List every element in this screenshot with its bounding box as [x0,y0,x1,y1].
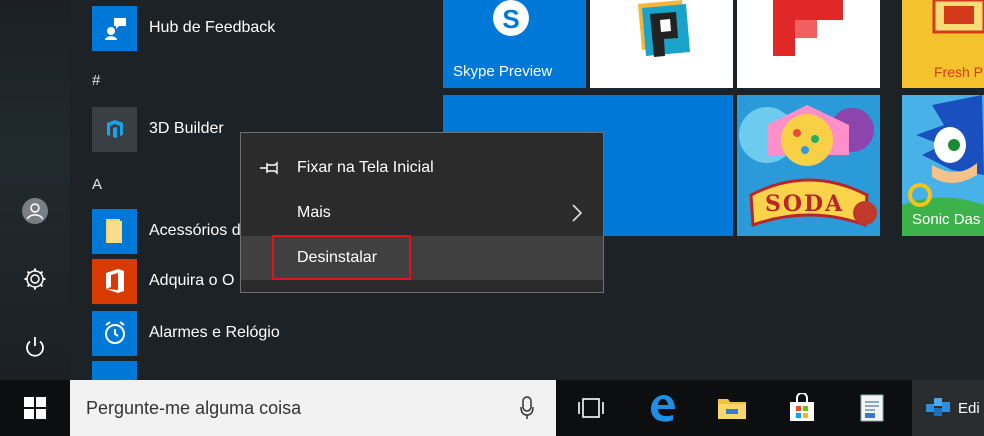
app-icon [92,360,137,380]
skype-icon: S [493,0,529,36]
feedback-icon [92,5,137,51]
menu-item-label: Mais [297,204,331,221]
menu-item-more[interactable]: Mais [241,191,603,235]
section-header-hash[interactable]: # [92,72,100,89]
edge-icon [651,395,675,422]
tile-picsart[interactable] [590,0,733,88]
freshpaint-icon [932,0,984,34]
app-acessorios[interactable]: Acessórios d [92,208,241,254]
chevron-right-icon [572,204,583,222]
app-alarmes[interactable]: Alarmes e Relógio [92,310,280,356]
pin-icon [260,161,278,175]
menu-item-pin[interactable]: Fixar na Tela Inicial [241,146,603,190]
tile-skype[interactable]: S Skype Preview [443,0,586,88]
app-label: Hub de Feedback [149,19,276,36]
windows-icon [24,397,46,419]
clock-icon [92,310,137,356]
store-button[interactable] [776,380,828,436]
power-icon [26,337,44,357]
office-icon [92,258,137,304]
flipboard-icon [773,0,843,56]
builder-icon [92,106,137,152]
document-icon [860,394,884,422]
tile-label: SODA [765,191,845,217]
task-view-icon [578,398,604,418]
tile-label: Fresh P [934,64,984,80]
gear-icon [24,268,46,290]
start-menu: Hub de Feedback # 3D Builder A Acessório… [0,0,984,380]
edge-button[interactable] [636,380,688,436]
tile-label: Sonic Das [912,211,981,228]
active-app-button[interactable]: Edi [912,380,984,436]
app-adquira-office[interactable]: Adquira o O [92,258,234,304]
app-label: Acessórios d [149,222,241,239]
store-icon [790,393,814,421]
user-account-button[interactable] [14,190,56,232]
search-placeholder: Pergunte-me alguma coisa [86,398,302,418]
user-icon [22,198,48,224]
microphone-icon[interactable] [520,396,534,420]
task-view-button[interactable] [566,380,616,436]
tile-sonic-dash[interactable]: Sonic Das [902,95,984,236]
tile-candy-crush-soda[interactable]: SODA [737,95,880,236]
app-label: Alarmes e Relógio [149,324,280,341]
highlight-box [272,235,411,280]
folder-icon [718,399,746,419]
search-box[interactable]: Pergunte-me alguma coisa [70,380,556,436]
taskbar: Pergunte-me alguma coisa Edi [0,380,984,436]
context-menu: Fixar na Tela Inicial Mais Desinstalar [240,132,604,293]
tile-label: Skype Preview [453,63,553,80]
app-hub-feedback[interactable]: Hub de Feedback [92,5,275,51]
app-edit-icon [926,398,950,416]
start-rail [0,0,70,380]
svg-text:S: S [502,4,519,34]
file-explorer-button[interactable] [706,380,758,436]
section-header-a[interactable]: A [92,176,102,193]
app-label: Adquira o O [149,272,235,289]
app-partial[interactable] [92,360,149,380]
active-app-label: Edi [958,399,980,417]
picsart-icon [638,0,690,57]
menu-item-label: Fixar na Tela Inicial [297,159,434,176]
app-3d-builder[interactable]: 3D Builder [92,106,224,152]
tile-flipboard[interactable] [737,0,880,88]
folder-icon [92,208,137,254]
tile-freshpaint[interactable]: Fresh P [902,0,984,88]
start-button[interactable] [0,380,70,436]
settings-button[interactable] [14,258,56,300]
notepad-app-button[interactable] [846,380,898,436]
power-button[interactable] [14,326,56,368]
app-label: 3D Builder [149,120,224,137]
